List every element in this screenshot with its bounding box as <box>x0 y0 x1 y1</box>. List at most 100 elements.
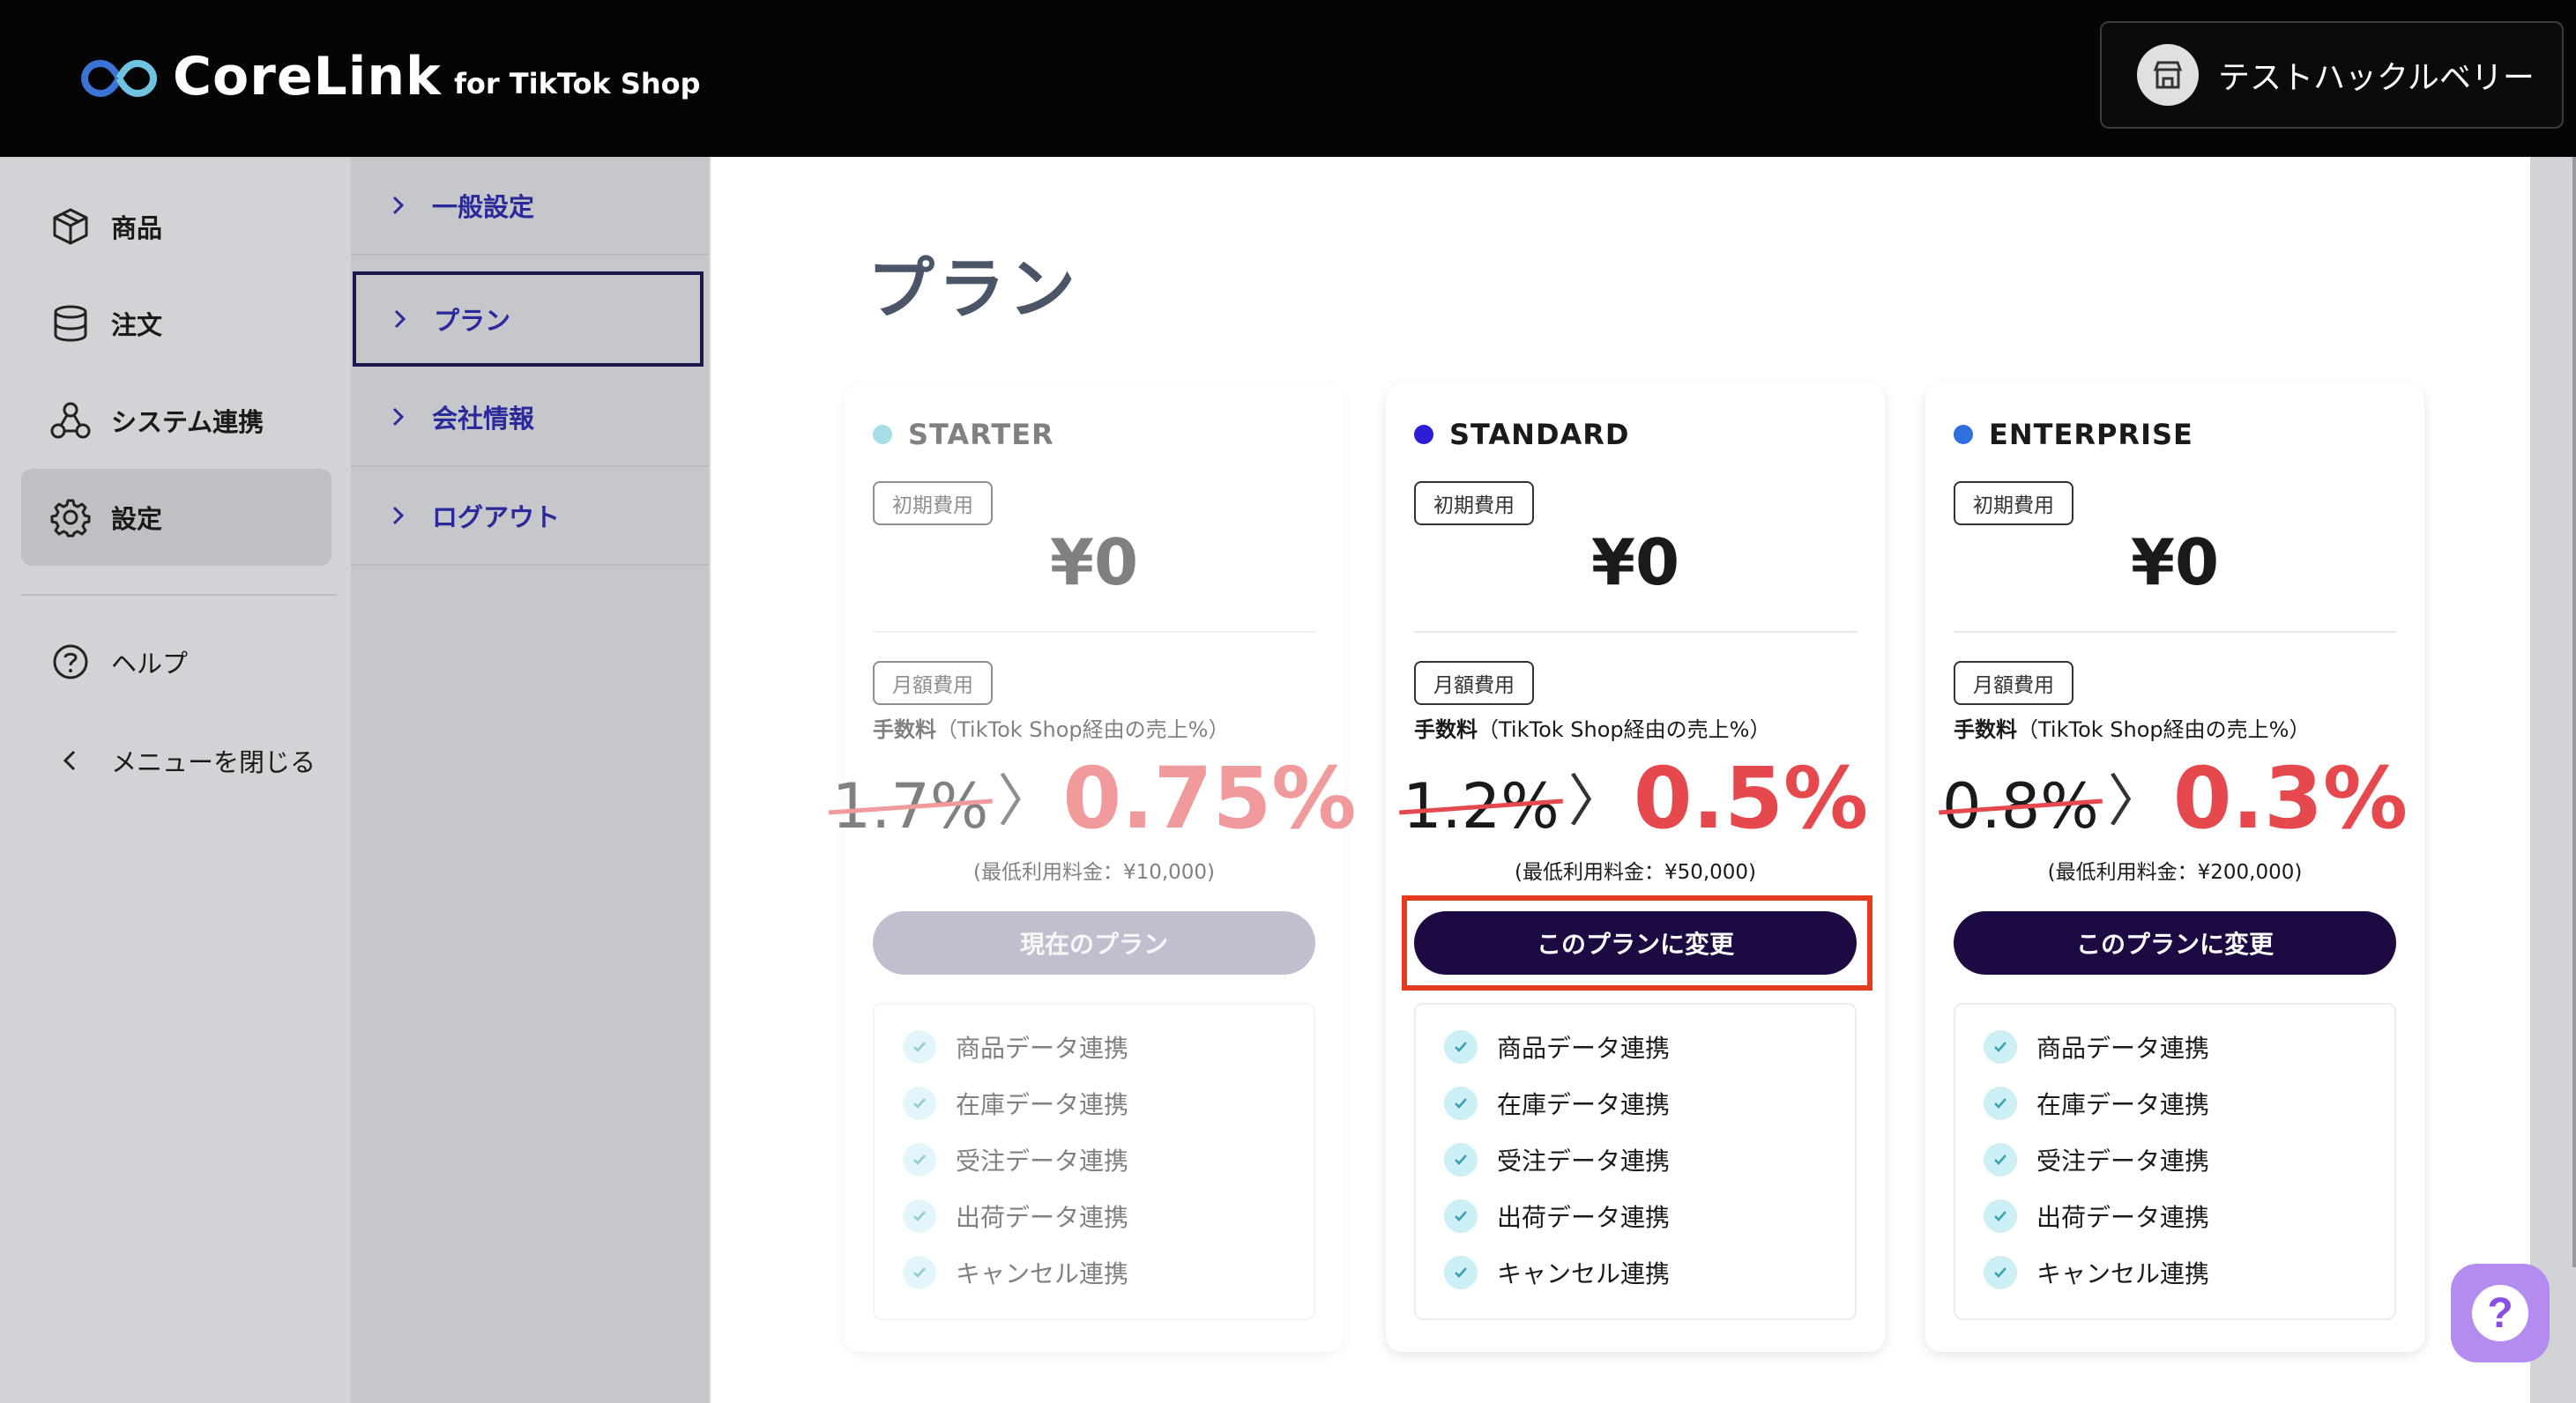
initial-fee-tag: 初期費用 <box>1954 481 2073 525</box>
subnav-label: ログアウト <box>432 502 561 532</box>
feature-list: 商品データ連携 在庫データ連携 受注データ連携 出荷データ連携 キャンセル連携 <box>1954 1003 2396 1320</box>
chevron-left-icon <box>49 739 92 782</box>
card-divider <box>1414 631 1857 633</box>
chevron-right-icon <box>392 506 405 525</box>
sidebar-item-products[interactable]: 商品 <box>21 178 331 275</box>
sidebar-item-settings[interactable]: 設定 <box>21 469 331 566</box>
subnav-item-general[interactable]: 一般設定 <box>351 157 709 256</box>
change-plan-button-enterprise[interactable]: このプランに変更 <box>1954 911 2396 975</box>
feature-item: 商品データ連携 <box>1444 1029 1670 1065</box>
fee-label-rest: （TikTok Shop経由の売上%） <box>2017 717 2311 742</box>
feature-item: キャンセル連携 <box>1984 1255 2209 1290</box>
minimum-fee: (最低利用料金：¥50,000) <box>1514 861 1757 884</box>
new-rate: 0.5% <box>1633 749 1869 848</box>
plan-dot <box>1954 425 1973 444</box>
fee-label-bold: 手数料 <box>873 717 936 742</box>
plan-card-enterprise: ENTERPRISE 初期費用 ¥0 月額費用 手数料（TikTok Shop経… <box>1925 384 2424 1352</box>
help-circle-icon <box>49 641 92 683</box>
scrollbar[interactable] <box>2572 157 2576 1267</box>
feature-label: キャンセル連携 <box>1497 1259 1671 1288</box>
help-label: ヘルプ <box>111 649 189 679</box>
sidebar-item-label: 設定 <box>111 504 163 534</box>
plan-dot <box>1414 425 1433 444</box>
rate-separator: 〉 <box>2107 769 2164 835</box>
settings-subnav: 一般設定 プラン 会社情報 ログアウト <box>351 157 709 1403</box>
fee-label-rest: （TikTok Shop経由の売上%） <box>1478 717 1771 742</box>
store-switcher-button[interactable]: テストハックルベリー <box>2100 21 2564 129</box>
chevron-right-icon <box>392 196 405 215</box>
rate-separator: 〉 <box>997 769 1054 835</box>
sidebar-item-orders[interactable]: 注文 <box>21 275 331 372</box>
help-question-icon: ? <box>2472 1285 2528 1341</box>
network-icon <box>49 399 92 442</box>
feature-label: キャンセル連携 <box>2036 1259 2210 1288</box>
current-plan-button[interactable]: 現在のプラン <box>873 911 1315 975</box>
chat-support-button[interactable]: ? <box>2451 1264 2550 1362</box>
change-plan-button-standard[interactable]: このプランに変更 <box>1414 911 1857 975</box>
plan-card-starter: STARTER 初期費用 ¥0 月額費用 手数料（TikTok Shop経由の売… <box>828 384 1356 1352</box>
old-rate: 1.7% <box>828 770 993 843</box>
feature-item: キャンセル連携 <box>903 1255 1128 1290</box>
database-icon <box>49 302 92 345</box>
plan-header: STANDARD <box>1414 418 1629 451</box>
sidebar: 商品 注文 システム連携 設定 ヘルプ メニューを閉じる <box>0 157 351 1403</box>
check-icon <box>1984 1143 2017 1177</box>
subnav-item-company[interactable]: 会社情報 <box>351 368 709 467</box>
scroll-gutter <box>2530 157 2576 1403</box>
check-icon <box>903 1087 936 1120</box>
subnav-item-plan[interactable]: プラン <box>353 271 704 367</box>
feature-item: 出荷データ連携 <box>1984 1199 2209 1234</box>
old-rate: 0.8% <box>1939 770 2103 843</box>
feature-label: 受注データ連携 <box>2036 1147 2210 1176</box>
box-icon <box>49 205 92 248</box>
initial-price: ¥0 <box>2130 525 2220 599</box>
minimum-fee: (最低利用料金：¥10,000) <box>972 861 1216 884</box>
feature-label: 出荷データ連携 <box>956 1203 1129 1232</box>
brand: CoreLink for TikTok Shop <box>81 48 701 106</box>
minimum-fee: (最低利用料金：¥200,000) <box>2047 861 2303 884</box>
check-icon <box>903 1199 936 1233</box>
feature-list: 商品データ連携 在庫データ連携 受注データ連携 出荷データ連携 キャンセル連携 <box>873 1003 1315 1320</box>
sidebar-item-help[interactable]: ヘルプ <box>21 613 331 710</box>
plan-name: STARTER <box>908 418 1054 451</box>
rate-row: 0.8% 〉 0.3% <box>1925 754 2424 843</box>
subnav-item-logout[interactable]: ログアウト <box>351 467 709 566</box>
new-rate: 0.75% <box>1062 749 1357 848</box>
close-menu-button[interactable]: メニューを閉じる <box>21 712 331 809</box>
rate-row: 1.7% 〉 0.75% <box>828 754 1356 843</box>
card-divider <box>873 631 1315 633</box>
check-icon <box>1444 1199 1478 1233</box>
feature-label: 商品データ連携 <box>2036 1034 2210 1063</box>
fee-label-bold: 手数料 <box>1414 717 1478 742</box>
plan-header: STARTER <box>873 418 1054 451</box>
rate-row: 1.2% 〉 0.5% <box>1386 754 1885 843</box>
feature-label: 商品データ連携 <box>956 1034 1129 1063</box>
infinity-logo-icon <box>81 59 157 98</box>
plan-card-standard: STANDARD 初期費用 ¥0 月額費用 手数料（TikTok Shop経由の… <box>1386 384 1885 1352</box>
check-icon <box>1444 1256 1478 1289</box>
feature-label: 在庫データ連携 <box>956 1090 1129 1119</box>
initial-fee-tag: 初期費用 <box>1414 481 1534 525</box>
check-icon <box>1984 1199 2017 1233</box>
check-icon <box>1984 1087 2017 1120</box>
page-title: プラン <box>867 249 1079 328</box>
feature-label: 出荷データ連携 <box>2036 1203 2210 1232</box>
feature-item: 出荷データ連携 <box>1444 1199 1670 1234</box>
subnav-label: 会社情報 <box>432 404 535 434</box>
check-icon <box>1984 1256 2017 1289</box>
monthly-fee-tag: 月額費用 <box>1414 661 1534 705</box>
store-icon <box>2137 44 2199 106</box>
fee-label: 手数料（TikTok Shop経由の売上%） <box>1414 712 1770 743</box>
feature-label: 出荷データ連携 <box>1497 1203 1671 1232</box>
check-icon <box>1444 1087 1478 1120</box>
sidebar-item-system-integration[interactable]: システム連携 <box>21 372 331 469</box>
feature-item: 在庫データ連携 <box>1444 1086 1670 1121</box>
feature-list: 商品データ連携 在庫データ連携 受注データ連携 出荷データ連携 キャンセル連携 <box>1414 1003 1857 1320</box>
subnav-label: プラン <box>434 306 511 336</box>
brand-name: CoreLink <box>173 46 442 108</box>
sidebar-divider <box>21 594 337 596</box>
feature-label: キャンセル連携 <box>956 1259 1129 1288</box>
feature-item: 商品データ連携 <box>1984 1029 2209 1065</box>
initial-price: ¥0 <box>1049 525 1139 599</box>
plan-header: ENTERPRISE <box>1954 418 2193 451</box>
